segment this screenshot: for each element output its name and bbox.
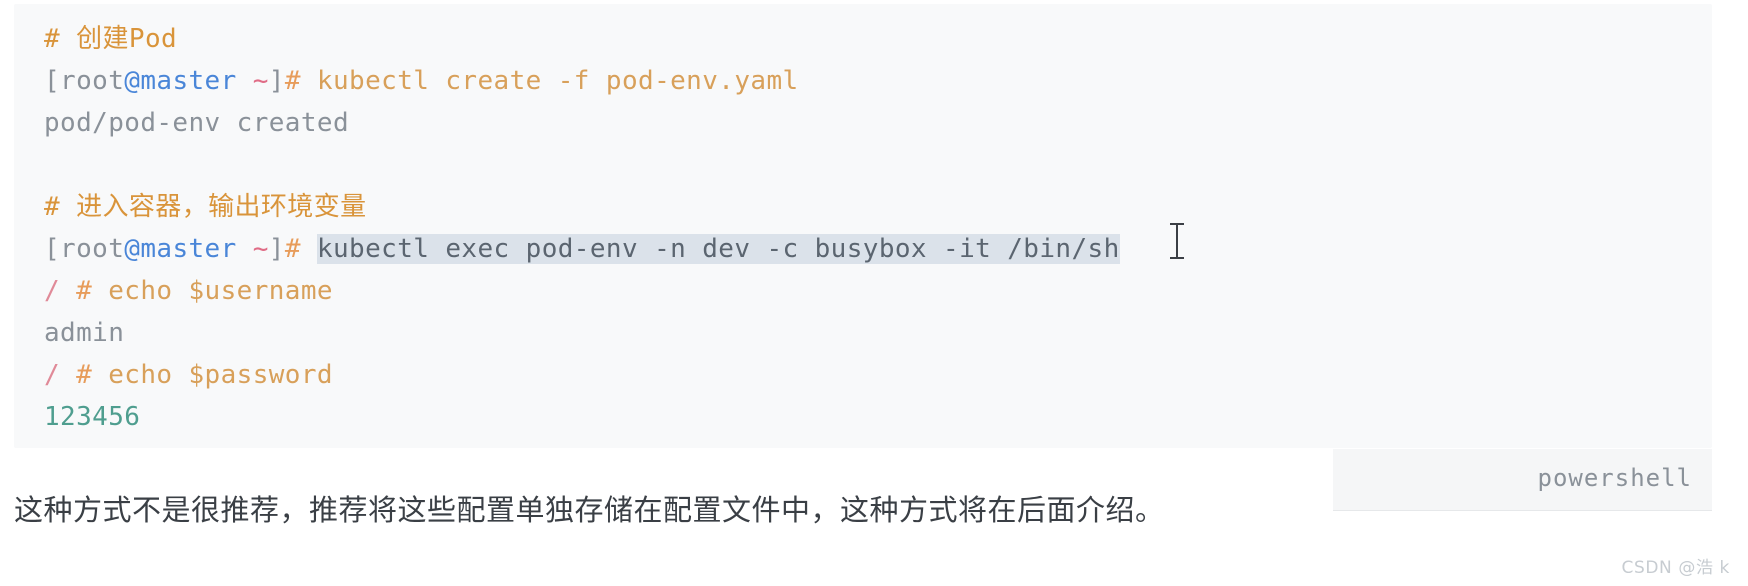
- code-token: ~: [252, 66, 269, 96]
- code-token: echo $username: [108, 276, 333, 306]
- code-token: # 创建Pod: [44, 24, 178, 54]
- code-token: [root: [44, 66, 125, 96]
- code-token: ]: [268, 66, 285, 96]
- code-token: echo $password: [108, 360, 333, 390]
- code-line: / # echo $password: [44, 354, 1712, 396]
- code-token: ~: [252, 234, 269, 264]
- code-line: 123456: [44, 396, 1712, 438]
- code-token: #: [76, 276, 109, 306]
- code-line: admin: [44, 312, 1712, 354]
- code-block[interactable]: # 创建Pod [root@master ~]# kubectl create -…: [14, 4, 1712, 448]
- code-token: ]: [268, 234, 285, 264]
- code-language-label: powershell: [1537, 464, 1692, 492]
- code-token: #: [76, 360, 109, 390]
- code-token: #: [284, 66, 317, 96]
- second-code-block-header: powershell: [1333, 449, 1712, 511]
- code-lines[interactable]: # 创建Pod [root@master ~]# kubectl create -…: [44, 18, 1712, 438]
- code-token: /: [44, 276, 77, 306]
- code-token: kubectl create -f pod-env.yaml: [316, 66, 799, 96]
- selected-command-text[interactable]: kubectl exec pod-env -n dev -c busybox -…: [316, 234, 1120, 264]
- code-token: 123456: [44, 402, 141, 432]
- code-line: # 创建Pod: [44, 18, 1712, 60]
- code-line: [root@master ~]# kubectl create -f pod-e…: [44, 60, 1712, 102]
- code-token: pod/pod-env created: [44, 108, 350, 138]
- code-token: @master: [124, 234, 237, 264]
- code-line: # 进入容器，输出环境变量: [44, 186, 1712, 228]
- code-line: / # echo $username: [44, 270, 1712, 312]
- code-token: # 进入容器，输出环境变量: [44, 192, 367, 222]
- body-paragraph: 这种方式不是很推荐，推荐将这些配置单独存储在配置文件中，这种方式将在后面介绍。: [14, 493, 1165, 527]
- csdn-watermark: CSDN @浩 k: [1621, 558, 1730, 578]
- code-token: #: [284, 234, 317, 264]
- code-token: @master: [124, 66, 237, 96]
- code-line: pod/pod-env created: [44, 102, 1712, 144]
- code-token: /: [44, 360, 77, 390]
- code-token: [root: [44, 234, 125, 264]
- code-line: [root@master ~]# kubectl exec pod-env -n…: [44, 228, 1712, 270]
- code-token: admin: [44, 318, 125, 348]
